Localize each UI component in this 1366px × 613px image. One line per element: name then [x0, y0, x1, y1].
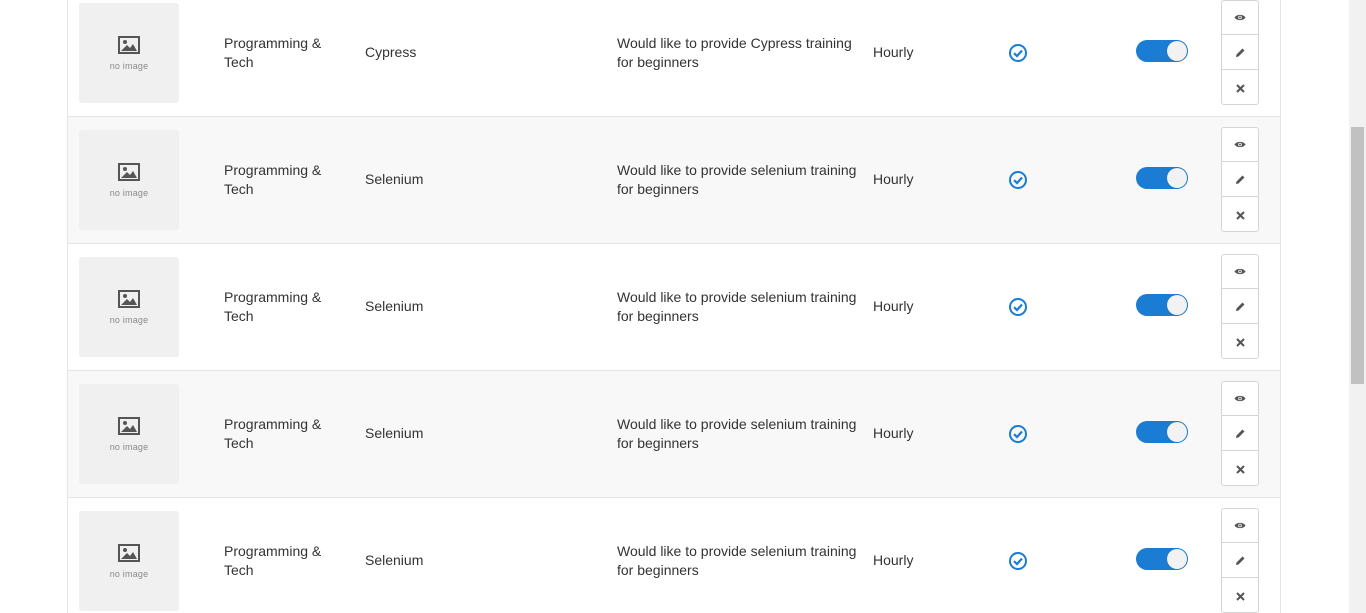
view-button[interactable]	[1222, 1, 1258, 35]
description-cell: Would like to provide Cypress training f…	[617, 35, 852, 70]
delete-button[interactable]	[1222, 452, 1258, 486]
active-toggle[interactable]	[1136, 548, 1188, 570]
row-actions	[1221, 381, 1259, 486]
scrollbar-thumb[interactable]	[1351, 127, 1364, 384]
view-button[interactable]	[1222, 128, 1258, 162]
rate-type-cell: Hourly	[873, 552, 914, 568]
rate-type-cell: Hourly	[873, 298, 914, 314]
pencil-icon	[1235, 556, 1244, 565]
view-button[interactable]	[1222, 509, 1258, 543]
close-icon	[1235, 464, 1245, 474]
services-table: no image Programming & Tech Cypress Woul…	[67, 0, 1281, 613]
view-button[interactable]	[1222, 255, 1258, 289]
pencil-icon	[1235, 302, 1244, 311]
active-toggle[interactable]	[1136, 294, 1188, 316]
toggle-knob	[1167, 168, 1187, 188]
verified-check-icon	[1009, 425, 1027, 443]
category-cell: Programming & Tech	[224, 416, 322, 451]
close-icon	[1235, 83, 1245, 93]
close-icon	[1235, 591, 1245, 601]
eye-icon	[1234, 395, 1246, 402]
rate-type-cell: Hourly	[873, 425, 914, 441]
toggle-knob	[1167, 295, 1187, 315]
row-actions	[1221, 508, 1259, 613]
description-cell: Would like to provide selenium training …	[617, 162, 857, 197]
table-row: no image Programming & Tech Selenium Wou…	[68, 498, 1280, 613]
image-placeholder-icon	[118, 289, 140, 308]
close-icon	[1235, 337, 1245, 347]
description-cell: Would like to provide selenium training …	[617, 416, 857, 451]
edit-button[interactable]	[1222, 544, 1258, 578]
delete-button[interactable]	[1222, 71, 1258, 105]
verified-check-icon	[1009, 171, 1027, 189]
thumbnail-placeholder: no image	[79, 130, 179, 230]
thumbnail-placeholder: no image	[79, 511, 179, 611]
delete-button[interactable]	[1222, 198, 1258, 232]
edit-button[interactable]	[1222, 290, 1258, 324]
rate-type-cell: Hourly	[873, 44, 914, 60]
no-image-label: no image	[109, 568, 149, 579]
description-cell: Would like to provide selenium training …	[617, 543, 857, 578]
image-placeholder-icon	[118, 543, 140, 562]
no-image-label: no image	[109, 60, 149, 71]
verified-check-icon	[1009, 298, 1027, 316]
table-row: no image Programming & Tech Selenium Wou…	[68, 117, 1280, 244]
vertical-scrollbar[interactable]	[1349, 0, 1366, 613]
edit-button[interactable]	[1222, 417, 1258, 451]
eye-icon	[1234, 268, 1246, 275]
pencil-icon	[1235, 48, 1244, 57]
no-image-label: no image	[109, 187, 149, 198]
no-image-label: no image	[109, 441, 149, 452]
skill-cell: Selenium	[365, 425, 424, 441]
delete-button[interactable]	[1222, 579, 1258, 613]
view-button[interactable]	[1222, 382, 1258, 416]
edit-button[interactable]	[1222, 163, 1258, 197]
skill-cell: Selenium	[365, 298, 424, 314]
thumbnail-placeholder: no image	[79, 3, 179, 103]
active-toggle[interactable]	[1136, 421, 1188, 443]
edit-button[interactable]	[1222, 36, 1258, 70]
image-placeholder-icon	[118, 35, 140, 54]
no-image-label: no image	[109, 314, 149, 325]
category-cell: Programming & Tech	[224, 35, 322, 70]
close-icon	[1235, 210, 1245, 220]
eye-icon	[1234, 141, 1246, 148]
description-cell: Would like to provide selenium training …	[617, 289, 857, 324]
pencil-icon	[1235, 429, 1244, 438]
active-toggle[interactable]	[1136, 167, 1188, 189]
rate-type-cell: Hourly	[873, 171, 914, 187]
pencil-icon	[1235, 175, 1244, 184]
delete-button[interactable]	[1222, 325, 1258, 359]
row-actions	[1221, 0, 1259, 105]
image-placeholder-icon	[118, 162, 140, 181]
eye-icon	[1234, 14, 1246, 21]
thumbnail-placeholder: no image	[79, 384, 179, 484]
active-toggle[interactable]	[1136, 40, 1188, 62]
thumbnail-placeholder: no image	[79, 257, 179, 357]
eye-icon	[1234, 522, 1246, 529]
toggle-knob	[1167, 422, 1187, 442]
category-cell: Programming & Tech	[224, 543, 322, 578]
category-cell: Programming & Tech	[224, 162, 322, 197]
verified-check-icon	[1009, 552, 1027, 570]
table-row: no image Programming & Tech Selenium Wou…	[68, 244, 1280, 371]
skill-cell: Selenium	[365, 552, 424, 568]
table-row: no image Programming & Tech Cypress Woul…	[68, 0, 1280, 117]
row-actions	[1221, 127, 1259, 232]
verified-check-icon	[1009, 44, 1027, 62]
toggle-knob	[1167, 549, 1187, 569]
skill-cell: Selenium	[365, 171, 424, 187]
skill-cell: Cypress	[365, 44, 417, 60]
row-actions	[1221, 254, 1259, 359]
toggle-knob	[1167, 41, 1187, 61]
category-cell: Programming & Tech	[224, 289, 322, 324]
image-placeholder-icon	[118, 416, 140, 435]
table-row: no image Programming & Tech Selenium Wou…	[68, 371, 1280, 498]
